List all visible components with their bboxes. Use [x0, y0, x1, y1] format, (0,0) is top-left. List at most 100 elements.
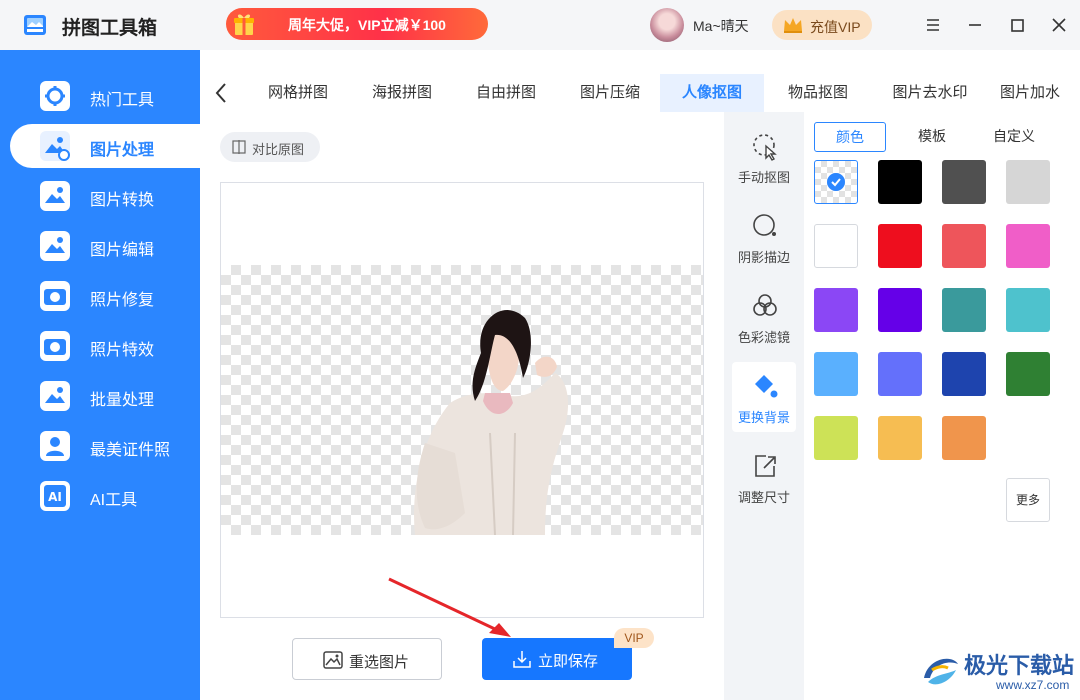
tab-object-cutout[interactable]: 物品抠图: [772, 74, 864, 112]
compare-original-button[interactable]: 对比原图: [220, 132, 320, 162]
swatch-color[interactable]: [814, 224, 858, 268]
image-process-icon: [40, 131, 70, 161]
swatch-color[interactable]: [942, 160, 986, 204]
resize-icon: [755, 455, 776, 477]
tab-compress[interactable]: 图片压缩: [564, 74, 656, 112]
gift-icon: [234, 14, 254, 35]
swatch-color[interactable]: [1006, 160, 1050, 204]
watermark-url: www.xz7.com: [996, 678, 1070, 692]
sidebar-item-batch[interactable]: 批量处理: [0, 374, 200, 418]
swatch-color[interactable]: [942, 416, 986, 460]
reselect-image-button[interactable]: 重选图片: [292, 638, 442, 680]
swatch-color[interactable]: [942, 288, 986, 332]
sidebar-item-ai-tools[interactable]: AI AI工具: [0, 474, 200, 518]
chevron-left-icon[interactable]: [212, 80, 232, 106]
tab-grid-collage[interactable]: 网格拼图: [252, 74, 344, 112]
tool-change-background[interactable]: 更换背景: [732, 362, 796, 432]
sidebar-item-photo-repair[interactable]: 照片修复: [0, 274, 200, 318]
tab-remove-watermark[interactable]: 图片去水印: [880, 74, 980, 112]
shadow-outline-icon: [753, 214, 776, 236]
tool-shadow-outline[interactable]: 阴影描边: [732, 202, 796, 272]
paint-bucket-icon: [755, 375, 778, 398]
check-icon: [827, 173, 845, 191]
compare-icon: [232, 140, 246, 154]
tab-poster-collage[interactable]: 海报拼图: [356, 74, 448, 112]
vip-badge: VIP: [614, 628, 654, 648]
recharge-vip-button[interactable]: 充值VIP: [772, 10, 872, 40]
swatch-color[interactable]: [878, 224, 922, 268]
color-filter-icon: [753, 294, 777, 316]
app-title: 拼图工具箱: [62, 18, 158, 39]
tool-resize[interactable]: 调整尺寸: [732, 442, 796, 512]
menu-icon[interactable]: [920, 12, 946, 38]
background-panel: 颜色 模板 自定义 更多: [804, 112, 1080, 700]
swatch-color[interactable]: [1006, 224, 1050, 268]
maximize-icon[interactable]: [1004, 12, 1030, 38]
sidebar-item-image-process[interactable]: 图片处理: [10, 124, 200, 168]
username[interactable]: Ma~晴天: [693, 16, 749, 36]
tab-portrait-cutout[interactable]: 人像抠图: [660, 74, 764, 112]
sidebar-item-label: 批量处理: [90, 392, 155, 409]
sidebar-item-image-convert[interactable]: 图片转换: [0, 174, 200, 218]
sidebar-item-label: 热门工具: [90, 92, 155, 109]
promo-text: 周年大促，VIP立减￥100: [288, 17, 446, 33]
recharge-vip-label: 充值VIP: [810, 19, 861, 35]
preview-canvas[interactable]: [220, 182, 704, 618]
sidebar-item-image-edit[interactable]: 图片编辑: [0, 224, 200, 268]
swatch-color[interactable]: [878, 352, 922, 396]
sidebar-item-label: AI工具: [90, 492, 138, 509]
manual-cutout-icon: [753, 134, 777, 161]
image-convert-icon: [40, 181, 70, 211]
image-edit-icon: [40, 231, 70, 261]
swatch-color[interactable]: [942, 352, 986, 396]
tool-column: 手动抠图 阴影描边 色彩滤镜 更换背景 调整尺寸: [724, 112, 804, 700]
swatch-color[interactable]: [814, 416, 858, 460]
image-icon: [323, 651, 343, 669]
save-now-label: 立即保存: [538, 653, 599, 670]
sidebar-item-label: 图片处理: [90, 142, 155, 159]
more-colors-button[interactable]: 更多: [1006, 478, 1050, 522]
tool-label: 色彩滤镜: [737, 330, 790, 345]
id-photo-icon: [40, 431, 70, 461]
tab-free-collage[interactable]: 自由拼图: [460, 74, 552, 112]
panel-tab-color[interactable]: 颜色: [814, 122, 886, 152]
camera-effect-icon: [40, 331, 70, 361]
tool-manual-cutout[interactable]: 手动抠图: [732, 122, 796, 192]
swatch-color[interactable]: [1006, 352, 1050, 396]
watermark-text: 极光下载站: [964, 653, 1075, 678]
swatch-color[interactable]: [1006, 288, 1050, 332]
sidebar-item-label: 图片编辑: [90, 242, 155, 259]
swatch-transparent[interactable]: [814, 160, 858, 204]
promo-banner[interactable]: 周年大促，VIP立减￥100: [226, 8, 488, 40]
sidebar-item-hot-tools[interactable]: 热门工具: [0, 74, 200, 118]
swatch-color[interactable]: [878, 416, 922, 460]
ai-icon: AI: [40, 481, 70, 511]
sidebar-item-id-photo[interactable]: 最美证件照: [0, 424, 200, 468]
swatch-color[interactable]: [878, 288, 922, 332]
avatar[interactable]: [650, 8, 684, 42]
compare-original-label: 对比原图: [252, 142, 305, 157]
camera-repair-icon: [40, 281, 70, 311]
sidebar-item-label: 最美证件照: [90, 442, 171, 459]
panel-tab-custom[interactable]: 自定义: [978, 122, 1050, 152]
portrait-cutout-image: [414, 310, 569, 535]
swatch-color[interactable]: [814, 288, 858, 332]
sidebar-item-photo-effect[interactable]: 照片特效: [0, 324, 200, 368]
close-icon[interactable]: [1046, 12, 1072, 38]
aurora-logo-icon: [924, 658, 958, 685]
save-now-button[interactable]: 立即保存: [482, 638, 632, 680]
reselect-image-label: 重选图片: [349, 654, 410, 671]
feature-tabs: 网格拼图 海报拼图 自由拼图 图片压缩 人像抠图 物品抠图 图片去水印 图片加水: [200, 74, 1080, 112]
swatch-color[interactable]: [878, 160, 922, 204]
sidebar-item-label: 照片修复: [90, 292, 155, 309]
tool-label: 手动抠图: [737, 170, 790, 185]
site-watermark: 极光下载站 www.xz7.com: [918, 644, 1078, 698]
minimize-icon[interactable]: [962, 12, 988, 38]
crown-icon: [784, 18, 802, 33]
swatch-color[interactable]: [942, 224, 986, 268]
tab-add-watermark[interactable]: 图片加水: [1000, 74, 1080, 112]
swatch-color[interactable]: [814, 352, 858, 396]
tool-color-filter[interactable]: 色彩滤镜: [732, 282, 796, 352]
batch-process-icon: [40, 381, 70, 411]
panel-tab-template[interactable]: 模板: [896, 122, 968, 152]
